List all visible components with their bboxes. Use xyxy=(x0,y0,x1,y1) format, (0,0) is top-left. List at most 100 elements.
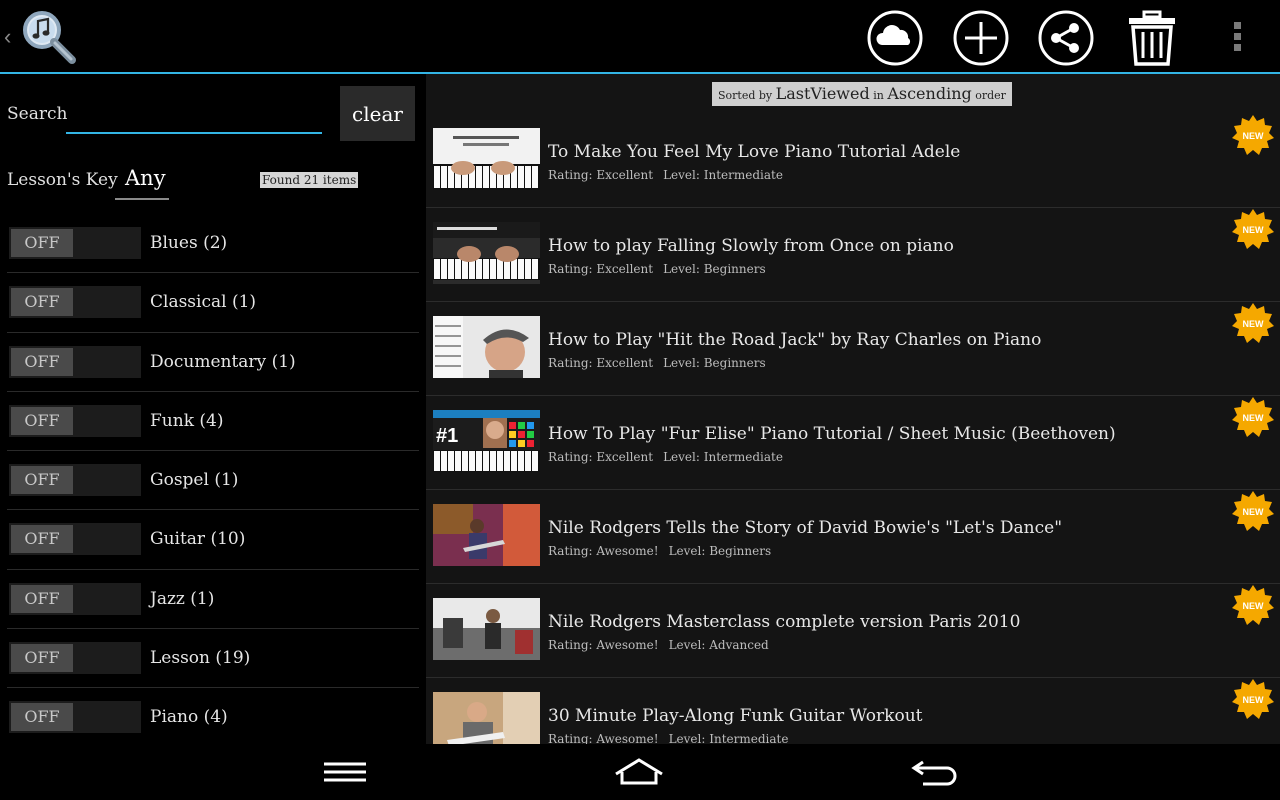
genre-row: OFF Gospel (1) xyxy=(7,451,419,511)
home-icon[interactable] xyxy=(613,756,665,788)
new-badge-icon: NEW xyxy=(1232,397,1274,437)
lesson-item[interactable]: How to Play "Hit the Road Jack" by Ray C… xyxy=(426,302,1280,396)
lesson-item[interactable]: How to play Falling Slowly from Once on … xyxy=(426,208,1280,302)
action-bar: ‹ xyxy=(0,0,1280,72)
genre-name: Piano (4) xyxy=(150,707,228,728)
lesson-list: To Make You Feel My Love Piano Tutorial … xyxy=(426,114,1280,744)
sort-direction: Ascending xyxy=(887,84,972,103)
lesson-item[interactable]: 30 Minute Play-Along Funk Guitar Workout… xyxy=(426,678,1280,744)
sort-suffix: order xyxy=(975,89,1006,102)
add-icon[interactable] xyxy=(953,10,1009,66)
genre-row: OFF Funk (4) xyxy=(7,392,419,452)
up-chevron-icon[interactable]: ‹ xyxy=(4,24,11,50)
toggle-state: OFF xyxy=(11,644,73,673)
man-with-cap-thumbnail xyxy=(433,316,540,378)
genre-row: OFF Blues (2) xyxy=(7,214,419,274)
genre-row: OFF Piano (4) xyxy=(7,688,419,748)
lesson-level: Level: Intermediate xyxy=(668,732,789,744)
trash-icon[interactable] xyxy=(1124,10,1180,66)
lesson-rating: Rating: Excellent xyxy=(548,262,654,276)
lesson-title: To Make You Feel My Love Piano Tutorial … xyxy=(548,142,961,162)
new-badge-icon: NEW xyxy=(1232,679,1274,719)
toggle-state: OFF xyxy=(11,703,73,732)
genre-name: Classical (1) xyxy=(150,292,257,313)
piano-keys-thumbnail xyxy=(433,222,540,284)
genre-toggle[interactable]: OFF xyxy=(9,701,141,734)
toggle-state: OFF xyxy=(11,525,73,554)
lesson-item[interactable]: To Make You Feel My Love Piano Tutorial … xyxy=(426,114,1280,208)
lesson-level: Level: Beginners xyxy=(663,262,766,276)
genre-toggle[interactable]: OFF xyxy=(9,582,141,615)
guitar-workout-thumbnail xyxy=(433,692,540,744)
new-label: NEW xyxy=(1243,413,1265,423)
lesson-meta: Rating: Awesome! Level: Advanced xyxy=(548,638,769,652)
genre-toggle[interactable]: OFF xyxy=(9,642,141,675)
new-label: NEW xyxy=(1243,131,1265,141)
lesson-title: 30 Minute Play-Along Funk Guitar Workout xyxy=(548,706,923,726)
lesson-item[interactable]: Nile Rodgers Masterclass complete versio… xyxy=(426,584,1280,678)
lesson-title: How To Play "Fur Elise" Piano Tutorial /… xyxy=(548,424,1116,444)
clear-button[interactable]: clear xyxy=(340,86,415,141)
genre-row: OFF Documentary (1) xyxy=(7,333,419,392)
piano-keys-thumbnail xyxy=(433,128,540,190)
filter-panel: Search clear Lesson's Key Any Found 21 i… xyxy=(0,74,426,748)
genre-toggle[interactable]: OFF xyxy=(9,523,141,556)
sort-field: LastViewed xyxy=(775,84,870,103)
lesson-item[interactable]: Nile Rodgers Tells the Story of David Bo… xyxy=(426,490,1280,584)
menu-icon[interactable] xyxy=(319,756,371,788)
search-input[interactable] xyxy=(66,104,322,134)
lesson-title: Nile Rodgers Tells the Story of David Bo… xyxy=(548,518,1063,538)
lesson-list-panel: Sorted by LastViewed in Ascending order xyxy=(426,74,1280,744)
genre-toggle[interactable]: OFF xyxy=(9,345,141,378)
lesson-rating: Rating: Excellent xyxy=(548,356,654,370)
genre-row: OFF Guitar (10) xyxy=(7,510,419,570)
guitarist-stage-thumbnail xyxy=(433,504,540,566)
toggle-state: OFF xyxy=(11,347,73,376)
sort-indicator[interactable]: Sorted by LastViewed in Ascending order xyxy=(712,82,1012,106)
lesson-level: Level: Intermediate xyxy=(663,168,783,182)
overflow-menu-icon[interactable] xyxy=(1230,22,1244,56)
lesson-level: Level: Advanced xyxy=(668,638,769,652)
app-music-search-icon[interactable] xyxy=(20,8,78,66)
genre-filter-list: OFF Blues (2) OFF Classical (1) OFF Docu… xyxy=(7,214,419,748)
genre-row: OFF Classical (1) xyxy=(7,273,419,333)
genre-toggle[interactable]: OFF xyxy=(9,286,141,319)
search-label: Search xyxy=(7,104,68,124)
toggle-state: OFF xyxy=(11,288,73,317)
lesson-meta: Rating: Excellent Level: Beginners xyxy=(548,262,766,276)
lesson-meta: Rating: Excellent Level: Beginners xyxy=(548,356,766,370)
back-icon[interactable] xyxy=(909,756,961,788)
new-badge-icon: NEW xyxy=(1232,303,1274,343)
lessons-key-spinner[interactable]: Any xyxy=(115,164,169,200)
genre-name: Guitar (10) xyxy=(150,529,246,550)
toggle-state: OFF xyxy=(11,584,73,613)
svg-text:#1: #1 xyxy=(436,425,458,447)
cloud-icon[interactable] xyxy=(867,10,923,66)
found-count: Found 21 items xyxy=(260,172,359,188)
lesson-meta: Rating: Excellent Level: Intermediate xyxy=(548,450,783,464)
genre-toggle[interactable]: OFF xyxy=(9,404,141,437)
new-label: NEW xyxy=(1243,695,1265,705)
genre-toggle[interactable]: OFF xyxy=(9,464,141,497)
lesson-meta: Rating: Awesome! Level: Intermediate xyxy=(548,732,788,744)
genre-name: Blues (2) xyxy=(150,233,228,253)
lesson-rating: Rating: Awesome! xyxy=(548,638,659,652)
genre-name: Lesson (19) xyxy=(150,648,251,669)
system-nav-bar xyxy=(0,744,1280,800)
new-badge-icon: NEW xyxy=(1232,491,1274,531)
genre-name: Jazz (1) xyxy=(150,588,215,609)
genre-toggle[interactable]: OFF xyxy=(9,227,141,259)
lesson-item[interactable]: #1 How To Play "Fur Elise" Piano Tutoria… xyxy=(426,396,1280,490)
toggle-state: OFF xyxy=(11,466,73,495)
lesson-rating: Rating: Excellent xyxy=(548,450,654,464)
lesson-level: Level: Beginners xyxy=(663,356,766,370)
new-label: NEW xyxy=(1243,507,1265,517)
lesson-meta: Rating: Excellent Level: Intermediate xyxy=(548,168,783,182)
share-icon[interactable] xyxy=(1038,10,1094,66)
genre-row: OFF Jazz (1) xyxy=(7,570,419,630)
genre-row: OFF Lesson (19) xyxy=(7,629,419,689)
toggle-state: OFF xyxy=(11,406,73,435)
lesson-title: How to play Falling Slowly from Once on … xyxy=(548,236,954,256)
lesson-level: Level: Intermediate xyxy=(663,450,783,464)
lesson-title: How to Play "Hit the Road Jack" by Ray C… xyxy=(548,330,1042,350)
